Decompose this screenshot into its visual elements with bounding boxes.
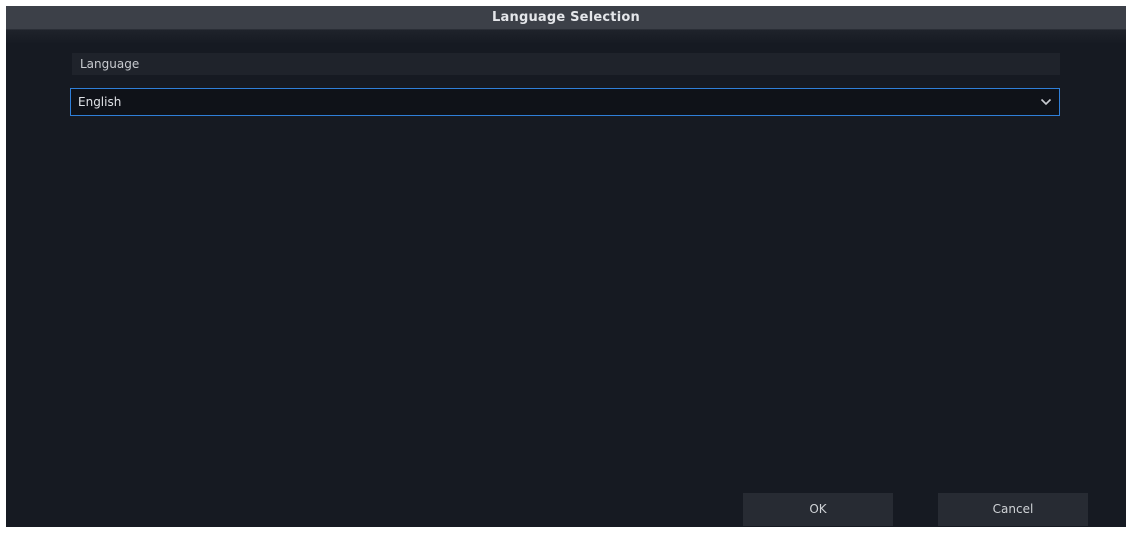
ok-button[interactable]: OK <box>743 493 893 526</box>
language-select[interactable]: English <box>70 88 1060 116</box>
dialog-titlebar: Language Selection <box>6 6 1126 30</box>
titlebar-shadow <box>6 30 1126 44</box>
language-label: Language <box>80 57 140 71</box>
cancel-button[interactable]: Cancel <box>938 493 1088 526</box>
language-selection-dialog: Language Selection Language English OK C… <box>6 6 1126 527</box>
dialog-title: Language Selection <box>492 10 640 25</box>
language-section-header: Language <box>72 53 1060 75</box>
language-select-value: English <box>78 95 122 109</box>
chevron-down-icon[interactable] <box>1037 93 1055 111</box>
